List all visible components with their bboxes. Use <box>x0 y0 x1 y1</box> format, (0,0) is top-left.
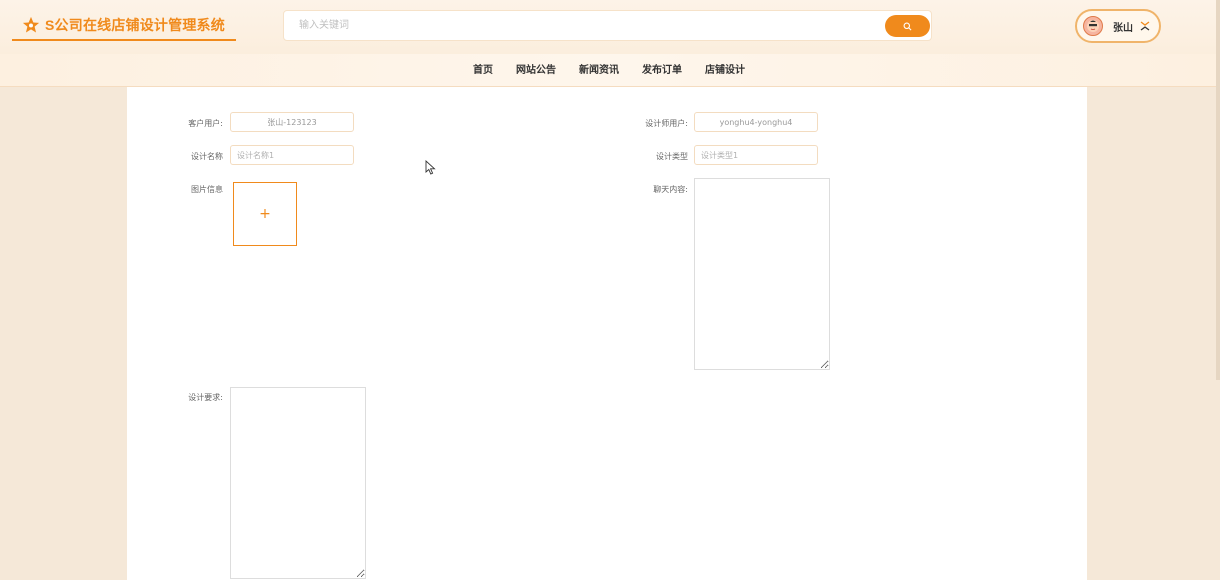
avatar-face-icon <box>1087 20 1099 32</box>
logo[interactable]: S公司在线店铺设计管理系统 <box>12 10 236 41</box>
search-button[interactable] <box>885 15 930 37</box>
header: S公司在线店铺设计管理系统 张山 <box>0 0 1220 54</box>
page-scrollbar[interactable] <box>1216 0 1220 380</box>
nav-item-publish-order[interactable]: 发布订单 <box>642 54 682 87</box>
design-name-label: 设计名称 <box>191 152 223 161</box>
search-input[interactable] <box>284 11 874 40</box>
star-icon <box>22 16 40 33</box>
search-icon <box>903 22 912 30</box>
image-upload-button[interactable]: + <box>233 182 297 246</box>
user-name: 张山 <box>1113 22 1133 34</box>
customer-user-field[interactable] <box>230 112 354 132</box>
chat-content-textarea[interactable] <box>694 178 830 370</box>
plus-icon: + <box>259 206 271 222</box>
chevron-toggle-icon[interactable] <box>1139 20 1151 32</box>
design-requirement-label: 设计要求: <box>188 393 223 402</box>
main-nav: 首页 网站公告 新闻资讯 发布订单 店铺设计 <box>0 54 1220 87</box>
design-name-field[interactable] <box>230 145 354 165</box>
user-menu[interactable]: 张山 <box>1075 9 1161 43</box>
nav-item-news[interactable]: 新闻资讯 <box>579 54 619 87</box>
nav-item-shop-design[interactable]: 店铺设计 <box>705 54 745 87</box>
design-requirement-textarea[interactable] <box>230 387 366 579</box>
avatar <box>1083 16 1103 36</box>
chat-content-label: 聊天内容: <box>653 185 688 194</box>
design-type-field[interactable] <box>694 145 818 165</box>
design-form-panel: 客户用户: 设计师用户: 设计名称 设计类型 图片信息 + 聊天内容: 设计要求… <box>127 87 1087 580</box>
search-bar <box>283 10 932 41</box>
designer-user-label: 设计师用户: <box>645 119 688 128</box>
site-title: S公司在线店铺设计管理系统 <box>45 16 225 33</box>
customer-user-label: 客户用户: <box>188 119 223 128</box>
mouse-cursor-icon <box>425 160 436 175</box>
nav-item-announcements[interactable]: 网站公告 <box>516 54 556 87</box>
image-info-label: 图片信息 <box>191 185 223 194</box>
designer-user-field[interactable] <box>694 112 818 132</box>
nav-item-home[interactable]: 首页 <box>473 54 493 87</box>
design-type-label: 设计类型 <box>656 152 688 161</box>
